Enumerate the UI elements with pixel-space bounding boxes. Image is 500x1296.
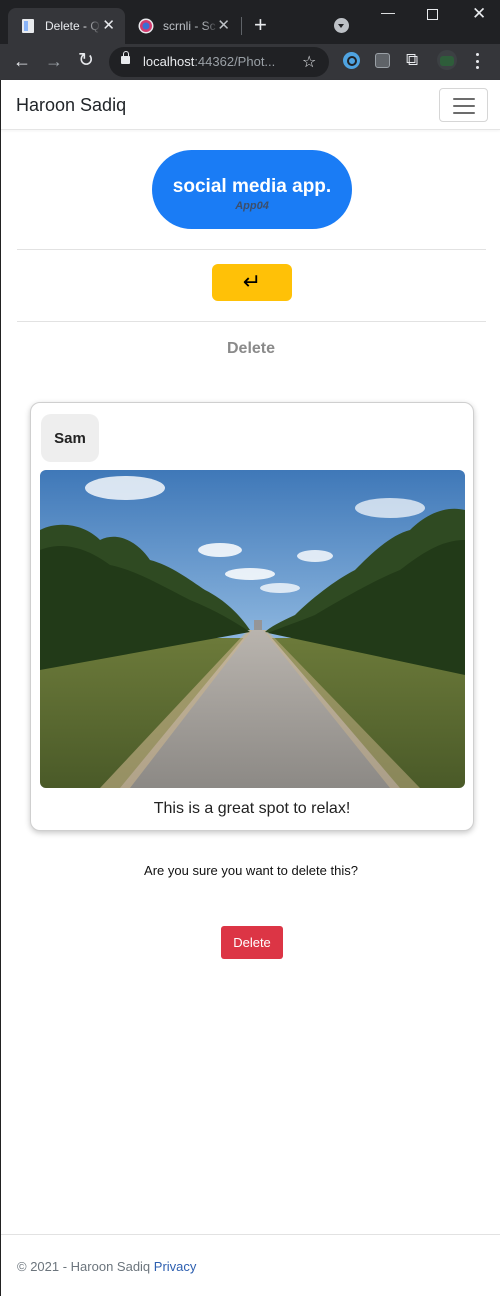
maximize-icon[interactable] xyxy=(427,9,438,20)
copyright-text: © 2021 - Haroon Sadiq xyxy=(17,1259,151,1274)
return-arrow-icon: ↵ xyxy=(242,268,262,294)
tab-search-icon[interactable] xyxy=(334,18,349,33)
bookmark-star-icon[interactable]: ☆ xyxy=(302,52,316,72)
tab-title: scrnli - Sc xyxy=(163,19,216,33)
navbar-brand[interactable]: Haroon Sadiq xyxy=(16,95,126,116)
browser-tab-active[interactable]: Delete - Q ✕ xyxy=(8,8,125,44)
divider xyxy=(17,321,486,322)
page-content: Haroon Sadiq social media app. App04 ↵ D… xyxy=(0,80,500,1296)
delete-confirmation-text: Are you sure you want to delete this? xyxy=(144,863,358,878)
post-caption: This is a great spot to relax! xyxy=(153,800,351,817)
profile-avatar-icon[interactable] xyxy=(437,50,457,70)
back-arrow-icon[interactable]: ← xyxy=(13,51,31,71)
logo-title: social media app. xyxy=(172,176,332,197)
landscape-photo xyxy=(40,470,465,788)
post-card: Sam This is a great spot to relax! xyxy=(30,402,474,831)
footer-text: © 2021 - Haroon Sadiq Privacy xyxy=(17,1259,196,1274)
address-bar[interactable]: localhost:44362/Phot... ☆ xyxy=(109,47,329,77)
tab-separator xyxy=(241,17,242,35)
back-to-list-button[interactable]: ↵ xyxy=(212,264,292,301)
lock-icon xyxy=(121,51,130,64)
puzzle-piece-icon[interactable]: ⧉ xyxy=(406,50,418,70)
document-icon xyxy=(22,19,34,33)
window-close-icon[interactable]: ✕ xyxy=(472,4,486,24)
navbar-toggler-button[interactable] xyxy=(439,88,488,122)
forward-arrow-icon[interactable]: → xyxy=(45,51,63,71)
browser-tab-strip: Delete - Q ✕ scrnli - Sc ✕ + — ✕ xyxy=(0,0,500,44)
site-navbar: Haroon Sadiq xyxy=(1,80,500,130)
hamburger-icon xyxy=(453,98,475,100)
app-logo: social media app. App04 xyxy=(152,150,352,229)
delete-button[interactable]: Delete xyxy=(221,926,283,959)
browser-menu-icon[interactable] xyxy=(476,53,480,69)
new-tab-icon[interactable]: + xyxy=(254,14,267,36)
page-title: Delete xyxy=(226,340,276,357)
tab-title: Delete - Q xyxy=(45,19,100,33)
logo-subtitle: App04 xyxy=(235,200,269,212)
browser-tab-inactive[interactable]: scrnli - Sc ✕ xyxy=(128,8,240,44)
post-author: Sam xyxy=(41,414,99,462)
reload-icon[interactable]: ↻ xyxy=(78,51,94,71)
scrnli-icon xyxy=(138,18,154,34)
minimize-icon[interactable]: — xyxy=(381,4,395,20)
close-tab-icon[interactable]: ✕ xyxy=(102,18,115,34)
url-text: localhost:44362/Phot... xyxy=(143,54,276,69)
close-tab-icon[interactable]: ✕ xyxy=(217,18,230,34)
browser-toolbar: ← → ↻ localhost:44362/Phot... ☆ xyxy=(0,44,500,80)
post-photo xyxy=(40,470,465,788)
search-extension-icon[interactable] xyxy=(343,52,360,69)
divider xyxy=(17,249,486,250)
privacy-link[interactable]: Privacy xyxy=(154,1259,197,1274)
extension-icon[interactable] xyxy=(375,53,390,68)
site-footer: © 2021 - Haroon Sadiq Privacy xyxy=(1,1234,500,1296)
